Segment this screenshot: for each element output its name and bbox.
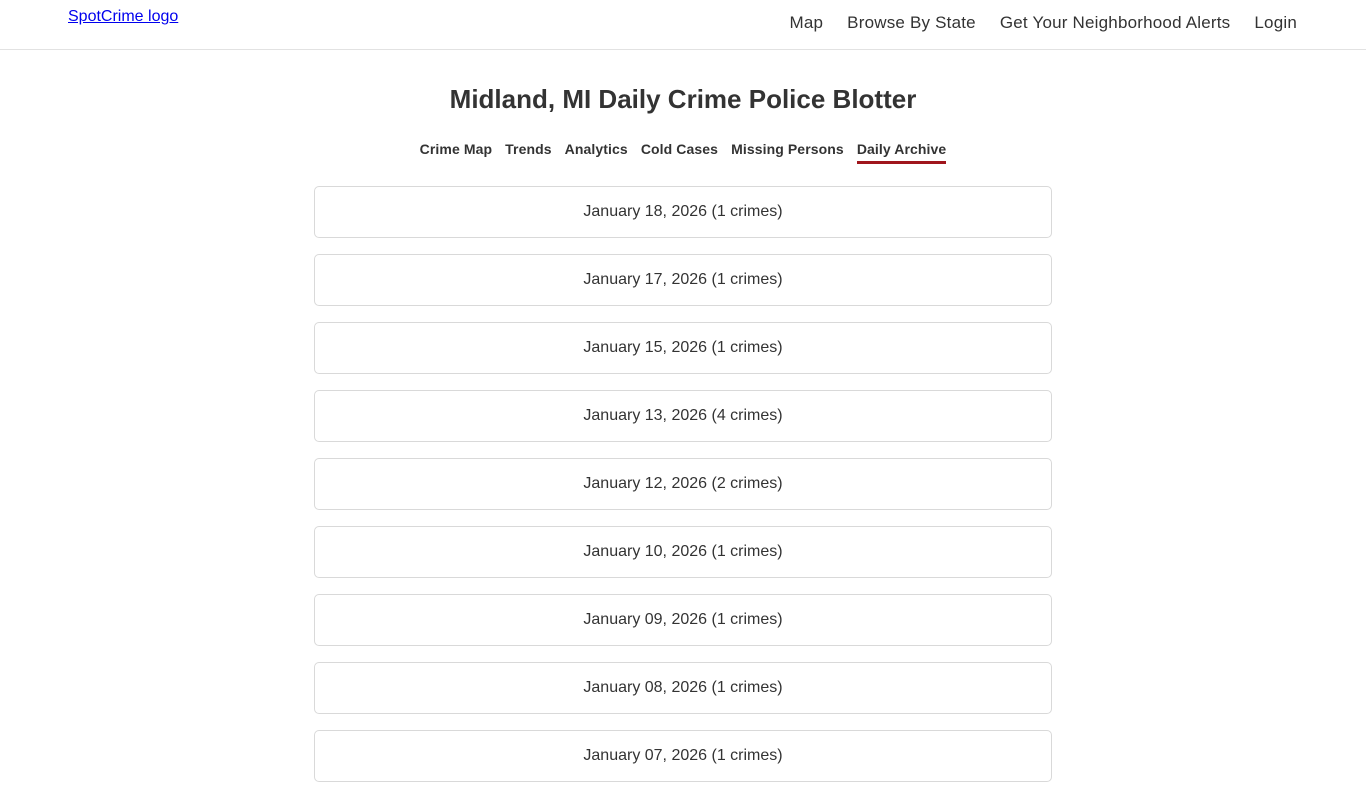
archive-day-link[interactable]: January 17, 2026 (1 crimes) (314, 254, 1052, 306)
page-title: Midland, MI Daily Crime Police Blotter (449, 84, 917, 114)
archive-day-link[interactable]: January 15, 2026 (1 crimes) (314, 322, 1052, 374)
spotcrime-logo-link[interactable]: SpotCrime logo (68, 8, 178, 26)
tab-missing-persons[interactable]: Missing Persons (731, 141, 844, 164)
tab-crime-map[interactable]: Crime Map (420, 141, 492, 164)
archive-day-link[interactable]: January 13, 2026 (4 crimes) (314, 390, 1052, 442)
nav-login-link[interactable]: Login (1254, 13, 1297, 33)
archive-day-link[interactable]: January 09, 2026 (1 crimes) (314, 594, 1052, 646)
nav-map-link[interactable]: Map (790, 13, 824, 33)
tab-trends[interactable]: Trends (505, 141, 552, 164)
top-header: SpotCrime logo Map Browse By State Get Y… (0, 0, 1366, 50)
top-nav: Map Browse By State Get Your Neighborhoo… (766, 13, 1298, 33)
archive-day-link[interactable]: January 12, 2026 (2 crimes) (314, 458, 1052, 510)
tab-analytics[interactable]: Analytics (565, 141, 628, 164)
logo-alt-text: SpotCrime logo (68, 8, 179, 25)
tab-cold-cases[interactable]: Cold Cases (641, 141, 718, 164)
daily-archive-list: January 18, 2026 (1 crimes) January 17, … (314, 186, 1052, 798)
archive-day-link[interactable]: January 18, 2026 (1 crimes) (314, 186, 1052, 238)
section-tabs: Crime Map Trends Analytics Cold Cases Mi… (0, 141, 1366, 164)
nav-neighborhood-alerts-link[interactable]: Get Your Neighborhood Alerts (1000, 13, 1231, 33)
archive-day-link[interactable]: January 07, 2026 (1 crimes) (314, 730, 1052, 782)
nav-browse-by-state-link[interactable]: Browse By State (847, 13, 976, 33)
tab-daily-archive[interactable]: Daily Archive (856, 141, 947, 164)
archive-day-link[interactable]: January 08, 2026 (1 crimes) (314, 662, 1052, 714)
archive-day-link[interactable]: January 10, 2026 (1 crimes) (314, 526, 1052, 578)
